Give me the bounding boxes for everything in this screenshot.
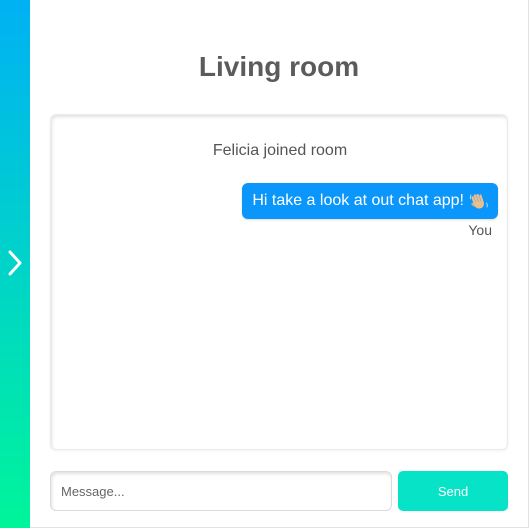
chevron-right-icon (8, 250, 22, 276)
sidebar-toggle-button[interactable] (0, 248, 30, 278)
message-text: Hi take a look at out chat app! (252, 192, 464, 209)
message-input[interactable] (50, 471, 392, 511)
waving-hand-icon (469, 193, 488, 209)
chat-app: Living room Felicia joined room Hi take … (0, 0, 529, 528)
sidebar (0, 0, 30, 528)
message-author: You (468, 222, 492, 238)
message-bubble: Hi take a look at out chat app! (242, 183, 498, 219)
room-title: Living room (198, 51, 360, 82)
send-button[interactable]: Send (398, 471, 508, 511)
system-message: Felicia joined room (212, 142, 348, 159)
chat-messages-panel[interactable]: Felicia joined room Hi take a look at ou… (50, 114, 508, 450)
